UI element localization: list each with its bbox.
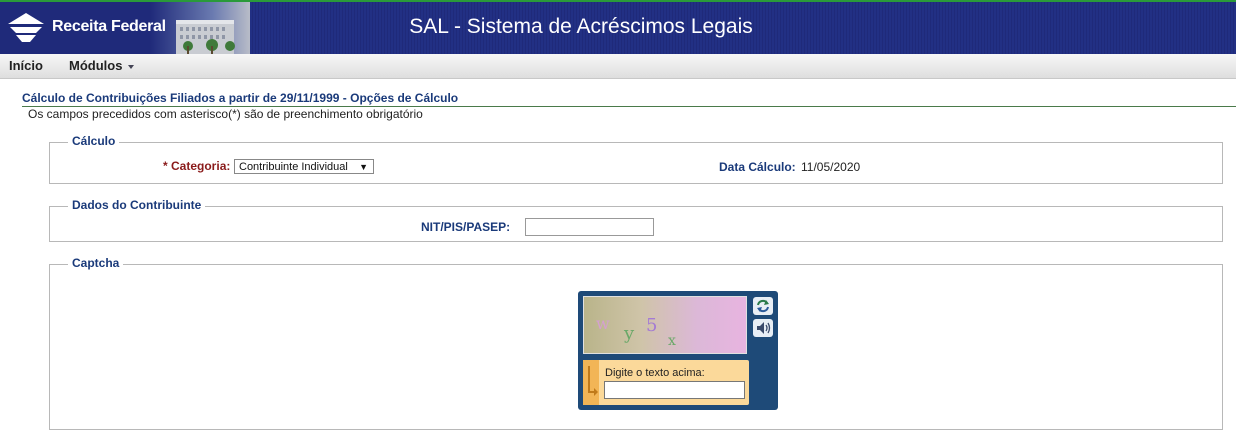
header-banner: Receita Federal SAL - Sistema de Acrésci… [0, 0, 1236, 54]
menu-item-inicio[interactable]: Início [9, 58, 43, 73]
captcha-input-panel: Digite o texto acima: [583, 360, 749, 405]
categoria-label-text: Categoria: [171, 159, 231, 173]
captcha-audio-button[interactable] [753, 319, 773, 337]
refresh-icon [757, 299, 769, 313]
calculo-legend: Cálculo [68, 134, 120, 148]
nit-label: NIT/PIS/PASEP: [421, 220, 511, 234]
categoria-selected-value: Contribuinte Individual [239, 161, 348, 173]
data-calculo-value: 11/05/2020 [801, 160, 861, 174]
categoria-select[interactable]: Contribuinte Individual ▼ [234, 159, 374, 174]
menu-bar: Início Módulos [0, 54, 1236, 79]
app-title: SAL - Sistema de Acréscimos Legais [409, 15, 753, 38]
captcha-prompt: Digite o texto acima: [605, 367, 705, 379]
captcha-char-2: y [623, 323, 635, 344]
captcha-input[interactable] [604, 381, 745, 399]
dropdown-arrow-icon: ▼ [359, 162, 368, 172]
captcha-image: w y 5 x [583, 296, 747, 354]
captcha-char-3: 5 [646, 315, 657, 336]
captcha-refresh-button[interactable] [753, 297, 773, 315]
contribuinte-legend: Dados do Contribuinte [68, 198, 206, 212]
contribuinte-section: Dados do Contribuinte NIT/PIS/PASEP: [49, 198, 1223, 242]
menu-item-modulos-label: Módulos [69, 58, 123, 73]
captcha-widget: w y 5 x Digite o texto acima: [578, 291, 778, 410]
captcha-char-4: x [668, 333, 676, 349]
calculo-section: Cálculo * Categoria: Contribuinte Indivi… [49, 134, 1223, 184]
required-asterisk: * [163, 159, 172, 173]
categoria-label: * Categoria: [163, 159, 230, 173]
nit-input[interactable] [525, 218, 654, 236]
data-calculo-label: Data Cálculo: [719, 160, 796, 174]
required-fields-note: Os campos precedidos com asterisco(*) sã… [28, 107, 423, 121]
captcha-char-1: w [596, 314, 610, 333]
page-title: Cálculo de Contribuições Filiados a part… [22, 91, 1236, 107]
captcha-panel-stripe [583, 360, 599, 405]
chevron-down-icon [128, 64, 135, 69]
captcha-text-graphic: w y 5 x [596, 314, 676, 349]
captcha-legend: Captcha [68, 256, 124, 270]
speaker-icon [757, 322, 771, 334]
menu-item-modulos[interactable]: Módulos [69, 58, 135, 73]
arrow-down-right-icon [588, 366, 598, 396]
